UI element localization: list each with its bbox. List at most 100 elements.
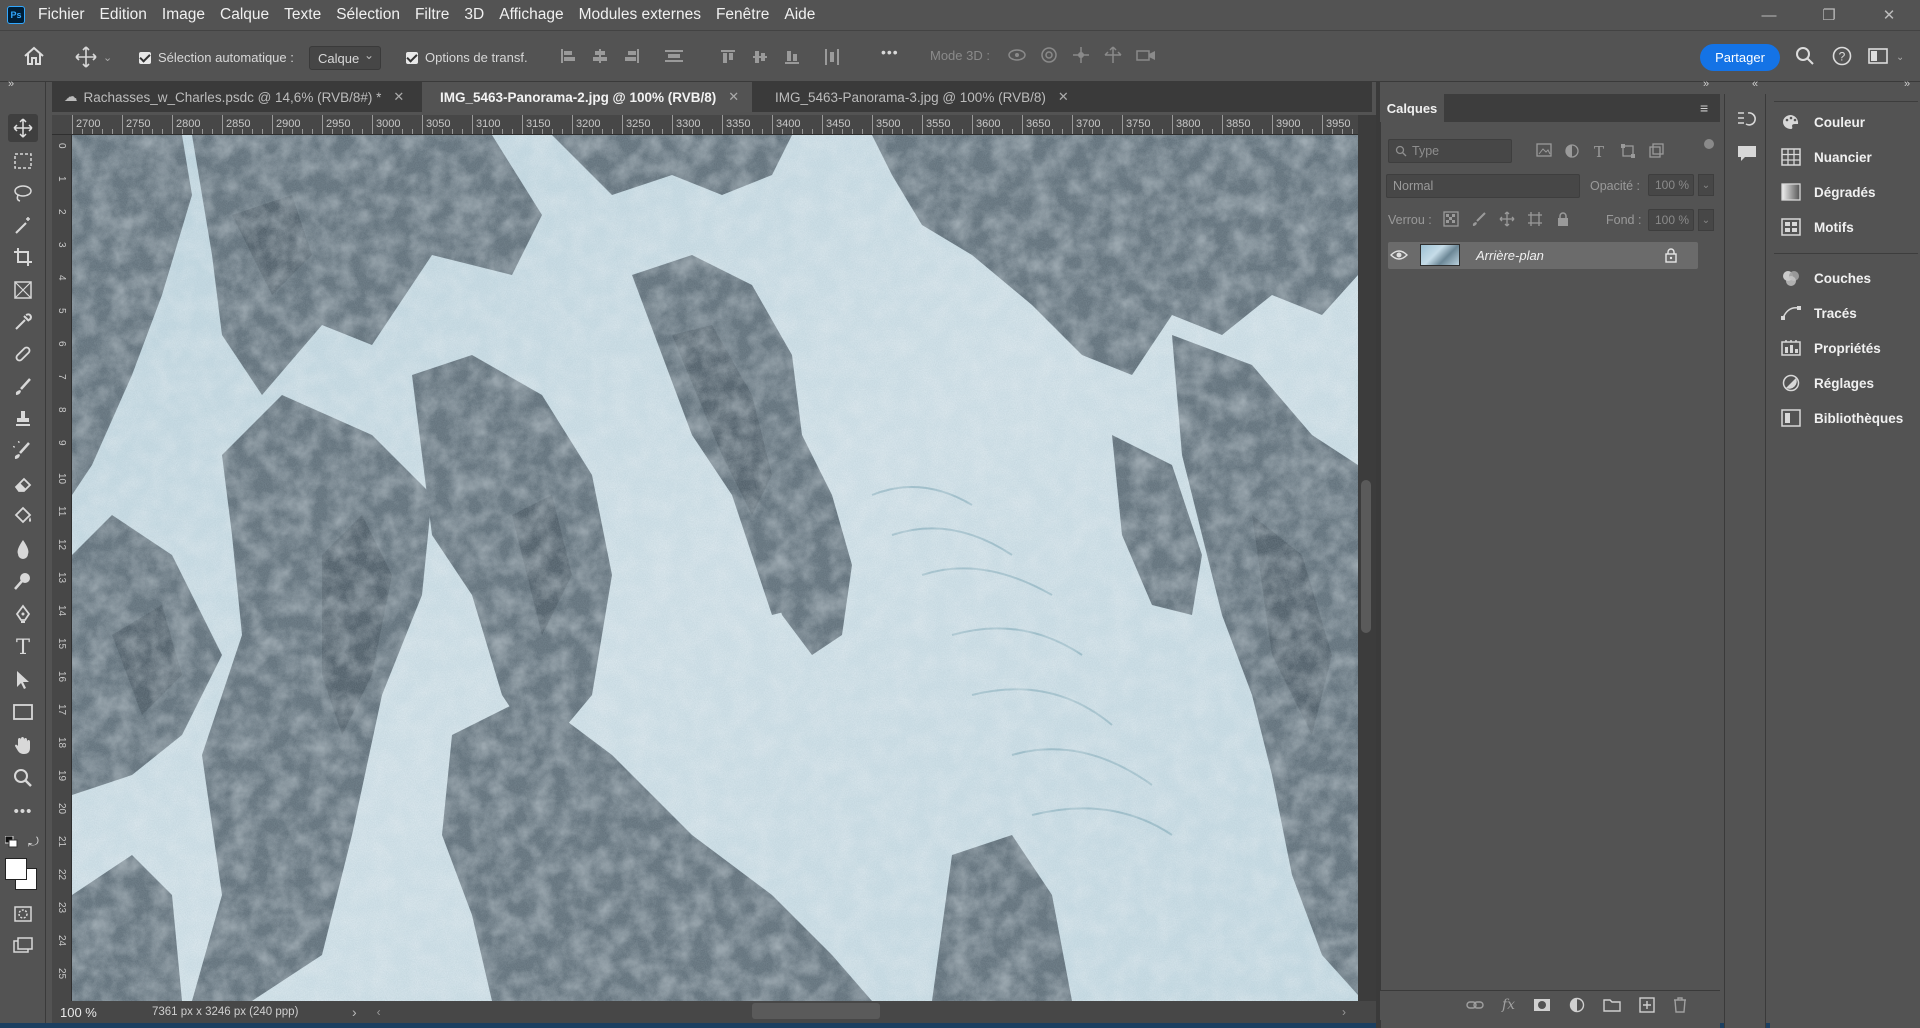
filter-shape-icon[interactable]: [1620, 143, 1636, 159]
fill-input[interactable]: 100 %: [1648, 209, 1694, 231]
workspace-icon[interactable]: ⌄: [1868, 47, 1902, 65]
collapse-panels-icon[interactable]: »: [1703, 78, 1709, 90]
dodge-tool-icon[interactable]: [8, 567, 38, 595]
zoom-level[interactable]: 100 %: [60, 1005, 118, 1020]
menu-aide[interactable]: Aide: [784, 6, 815, 24]
menu-edition[interactable]: Edition: [100, 6, 147, 24]
expand-panels-icon[interactable]: «: [1752, 78, 1758, 90]
fill-dropdown-icon[interactable]: ⌄: [1698, 209, 1714, 231]
auto-select-checkbox[interactable]: Sélection automatique :: [139, 50, 294, 65]
paint-bucket-tool-icon[interactable]: [8, 502, 38, 530]
eraser-tool-icon[interactable]: [8, 470, 38, 498]
panel-motifs[interactable]: Motifs: [1780, 213, 1854, 241]
tab-panorama-2[interactable]: IMG_5463-Panorama-2.jpg @ 100% (RVB/8) ✕: [422, 82, 752, 112]
auto-select-target-dropdown[interactable]: Calque: [309, 46, 381, 70]
align-right-icon[interactable]: [624, 48, 640, 64]
menu-modules-externes[interactable]: Modules externes: [579, 6, 701, 24]
lasso-tool-icon[interactable]: [8, 179, 38, 207]
close-tab-icon[interactable]: ✕: [1058, 89, 1069, 105]
add-mask-icon[interactable]: [1533, 998, 1551, 1012]
scroll-right-arrow[interactable]: ›: [1342, 1005, 1346, 1019]
type-tool-icon[interactable]: T: [8, 633, 38, 661]
transform-controls-checkbox[interactable]: Options de transf.: [406, 50, 528, 65]
layers-tab[interactable]: Calques: [1380, 94, 1444, 122]
menu-image[interactable]: Image: [162, 6, 205, 24]
distribute-horizontal-icon[interactable]: [824, 48, 840, 66]
new-group-icon[interactable]: [1603, 998, 1621, 1012]
blend-mode-dropdown[interactable]: Normal: [1386, 174, 1580, 198]
brush-tool-icon[interactable]: [8, 373, 38, 401]
document-info[interactable]: 7361 px x 3246 px (240 ppp): [152, 1006, 338, 1018]
menu-calque[interactable]: Calque: [220, 6, 269, 24]
document-canvas[interactable]: [72, 135, 1358, 1001]
menu-selection[interactable]: Sélection: [336, 6, 400, 24]
filter-smart-object-icon[interactable]: [1648, 143, 1664, 159]
opacity-input[interactable]: 100 %: [1648, 174, 1694, 196]
swap-colors-icon[interactable]: ⤾: [28, 834, 39, 850]
comments-panel-icon[interactable]: [1737, 145, 1757, 166]
stamp-tool-icon[interactable]: [8, 405, 38, 433]
checkbox-check-icon[interactable]: [406, 51, 418, 64]
lock-position-icon[interactable]: [1499, 211, 1515, 227]
layer-thumbnail[interactable]: [1420, 244, 1460, 266]
align-top-icon[interactable]: [720, 49, 736, 65]
panel-couleur[interactable]: Couleur: [1780, 108, 1865, 136]
slide-3d-icon[interactable]: [1103, 46, 1123, 64]
pan-3d-icon[interactable]: [1071, 46, 1091, 64]
layer-filter-dropdown[interactable]: Type: [1388, 139, 1512, 163]
layer-name[interactable]: Arrière-plan: [1476, 248, 1544, 263]
align-bottom-icon[interactable]: [784, 49, 800, 65]
checkbox-check-icon[interactable]: [139, 51, 151, 64]
move-tool-icon[interactable]: [8, 114, 38, 142]
more-options-icon[interactable]: •••: [881, 44, 899, 60]
history-panel-icon[interactable]: [1736, 110, 1756, 133]
menu-3d[interactable]: 3D: [464, 6, 484, 24]
layer-style-fx-icon[interactable]: fx: [1502, 997, 1515, 1013]
tab-panorama-3[interactable]: IMG_5463-Panorama-3.jpg @ 100% (RVB/8) ✕: [755, 82, 1085, 112]
quick-mask-icon[interactable]: [8, 900, 38, 928]
panel-proprietes[interactable]: Propriétés: [1780, 334, 1881, 362]
share-button[interactable]: Partager: [1700, 44, 1780, 71]
screen-mode-icon[interactable]: [8, 932, 38, 960]
vertical-scroll-thumb[interactable]: [1361, 480, 1371, 633]
eyedropper-tool-icon[interactable]: [8, 308, 38, 336]
panel-degrades[interactable]: Dégradés: [1780, 178, 1876, 206]
menu-affichage[interactable]: Affichage: [499, 6, 563, 24]
healing-brush-tool-icon[interactable]: [8, 340, 38, 368]
roll-3d-icon[interactable]: [1039, 46, 1059, 64]
new-adjustment-layer-icon[interactable]: [1569, 997, 1585, 1013]
distribute-vertical-icon[interactable]: [664, 48, 684, 64]
home-icon[interactable]: [22, 46, 46, 66]
align-hcenter-icon[interactable]: [592, 48, 608, 64]
new-layer-icon[interactable]: [1639, 997, 1655, 1013]
close-tab-icon[interactable]: ✕: [393, 89, 404, 105]
search-icon[interactable]: [1795, 46, 1815, 66]
filter-toggle-icon[interactable]: [1704, 139, 1714, 149]
menu-fenetre[interactable]: Fenêtre: [716, 6, 769, 24]
magic-wand-tool-icon[interactable]: [8, 211, 38, 239]
lock-pixels-icon[interactable]: [1471, 211, 1487, 227]
lock-transparent-icon[interactable]: [1443, 211, 1459, 227]
menu-fichier[interactable]: Fichier: [38, 6, 85, 24]
minimize-button[interactable]: —: [1746, 0, 1792, 30]
crop-tool-icon[interactable]: [8, 243, 38, 271]
edit-toolbar-icon[interactable]: •••: [8, 797, 38, 825]
link-layers-icon[interactable]: [1466, 998, 1484, 1012]
panel-nuancier[interactable]: Nuancier: [1780, 143, 1872, 171]
panel-traces[interactable]: Tracés: [1780, 299, 1857, 327]
panel-reglages[interactable]: Réglages: [1780, 369, 1874, 397]
opacity-dropdown-icon[interactable]: ⌄: [1698, 174, 1714, 196]
filter-adjustment-icon[interactable]: [1564, 143, 1580, 159]
filter-pixel-icon[interactable]: [1536, 143, 1552, 157]
panel-bibliotheques[interactable]: Bibliothèques: [1780, 404, 1903, 432]
history-brush-tool-icon[interactable]: [8, 437, 38, 465]
align-left-icon[interactable]: [560, 48, 576, 64]
expand-tools-icon[interactable]: »: [8, 78, 14, 90]
move-tool-preset-icon[interactable]: ⌄: [75, 46, 112, 68]
path-selection-tool-icon[interactable]: [8, 666, 38, 694]
horizontal-scroll-thumb[interactable]: [752, 1003, 880, 1019]
camera-3d-icon[interactable]: [1135, 46, 1157, 64]
align-vcenter-icon[interactable]: [752, 49, 768, 65]
panel-menu-icon[interactable]: ≡: [1700, 100, 1708, 116]
help-icon[interactable]: ?: [1832, 46, 1852, 66]
